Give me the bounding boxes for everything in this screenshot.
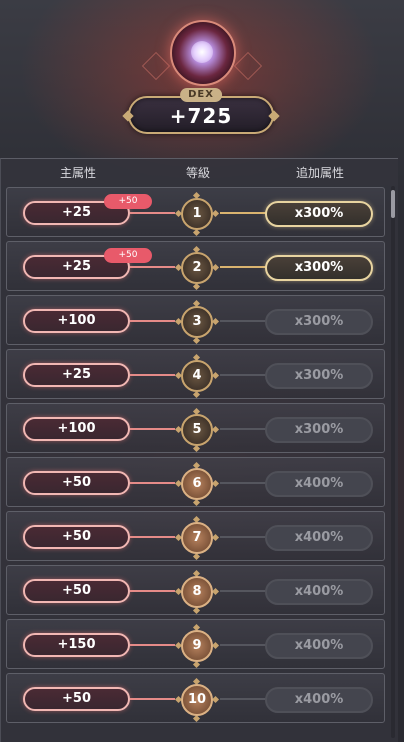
level-ornament-icon xyxy=(192,390,201,399)
level-ornament-icon xyxy=(211,425,220,434)
connector-left xyxy=(130,536,175,538)
main-stat-value: +25 xyxy=(23,363,130,387)
connector-right xyxy=(220,212,266,214)
bonus-multiplier: x400% xyxy=(265,471,373,497)
stat-label: DEX xyxy=(180,88,222,102)
stat-total-badge: DEX +725 xyxy=(122,88,280,134)
bonus-multiplier: x300% xyxy=(265,201,373,227)
bonus-increase-badge: +50 xyxy=(104,248,152,263)
header: DEX +725 xyxy=(0,0,404,150)
level-badge: 2 xyxy=(181,252,213,284)
level-ornament-icon xyxy=(192,336,201,345)
connector-right xyxy=(220,320,266,322)
bonus-multiplier: x400% xyxy=(265,525,373,551)
connector-right xyxy=(220,266,266,268)
main-stat-value: +150 xyxy=(23,633,130,657)
level-ornament-icon xyxy=(192,282,201,291)
scrollbar-track[interactable] xyxy=(391,186,395,738)
level-row[interactable]: +50 8 x400% xyxy=(6,565,385,615)
column-header-bonus: 追加属性 xyxy=(296,166,345,180)
main-stat-value: +50 xyxy=(23,687,130,711)
level-badge: 7 xyxy=(181,522,213,554)
level-badge: 1 xyxy=(181,198,213,230)
level-row[interactable]: +50 10 x400% xyxy=(6,673,385,723)
connector-right xyxy=(220,428,266,430)
level-ornament-icon xyxy=(211,587,220,596)
connector-right xyxy=(220,374,266,376)
level-ornament-icon xyxy=(211,479,220,488)
connector-left xyxy=(130,590,175,592)
level-ornament-icon xyxy=(192,552,201,561)
connector-left xyxy=(130,266,175,268)
connector-right xyxy=(220,482,266,484)
level-badge: 5 xyxy=(181,414,213,446)
level-row[interactable]: +25 4 x300% xyxy=(6,349,385,399)
level-badge: 9 xyxy=(181,630,213,662)
main-stat-value: +50 xyxy=(23,579,130,603)
connector-left xyxy=(130,320,175,322)
level-ornament-icon xyxy=(192,606,201,615)
connector-left xyxy=(130,698,175,700)
level-badge: 6 xyxy=(181,468,213,500)
bonus-multiplier: x400% xyxy=(265,579,373,605)
level-ornament-icon xyxy=(211,209,220,218)
connector-right xyxy=(220,698,266,700)
bonus-multiplier: x300% xyxy=(265,417,373,443)
level-badge: 8 xyxy=(181,576,213,608)
level-badge: 10 xyxy=(181,684,213,716)
connector-right xyxy=(220,644,266,646)
connector-right xyxy=(220,590,266,592)
column-header-main: 主属性 xyxy=(60,166,97,180)
bonus-multiplier: x400% xyxy=(265,633,373,659)
level-row[interactable]: +100 5 x300% xyxy=(6,403,385,453)
bonus-multiplier: x300% xyxy=(265,309,373,335)
main-stat-value: +100 xyxy=(23,309,130,333)
bonus-multiplier: x300% xyxy=(265,255,373,281)
level-row[interactable]: +25 +50 1 x300% xyxy=(6,187,385,237)
level-row[interactable]: +50 7 x400% xyxy=(6,511,385,561)
level-row[interactable]: +50 6 x400% xyxy=(6,457,385,507)
level-ornament-icon xyxy=(211,641,220,650)
level-ornament-icon xyxy=(211,695,220,704)
level-ornament-icon xyxy=(192,714,201,723)
level-badge: 4 xyxy=(181,360,213,392)
connector-left xyxy=(130,482,175,484)
connector-left xyxy=(130,644,175,646)
level-row[interactable]: +150 9 x400% xyxy=(6,619,385,669)
level-ornament-icon xyxy=(192,660,201,669)
level-ornament-icon xyxy=(211,533,220,542)
main-stat-value: +100 xyxy=(23,417,130,441)
level-ornament-icon xyxy=(192,228,201,237)
connector-left xyxy=(130,374,175,376)
connector-right xyxy=(220,536,266,538)
column-header-level: 等級 xyxy=(186,166,211,180)
level-ornament-icon xyxy=(192,444,201,453)
level-ornament-icon xyxy=(211,317,220,326)
main-stat-value: +50 xyxy=(23,471,130,495)
ornament-left-icon xyxy=(141,51,171,81)
bonus-multiplier: x300% xyxy=(265,363,373,389)
scrollbar-thumb[interactable] xyxy=(391,190,395,218)
stat-orb-icon xyxy=(170,20,236,86)
bonus-multiplier: x400% xyxy=(265,687,373,713)
level-ornament-icon xyxy=(211,371,220,380)
level-badge: 3 xyxy=(181,306,213,338)
level-ornament-icon xyxy=(211,263,220,272)
level-ornament-icon xyxy=(192,498,201,507)
connector-left xyxy=(130,428,175,430)
stat-value: +725 xyxy=(169,104,233,128)
level-row[interactable]: +100 3 x300% xyxy=(6,295,385,345)
ornament-right-icon xyxy=(233,51,263,81)
bonus-increase-badge: +50 xyxy=(104,194,152,209)
connector-left xyxy=(130,212,175,214)
main-stat-value: +50 xyxy=(23,525,130,549)
level-row[interactable]: +25 +50 2 x300% xyxy=(6,241,385,291)
orb-glow xyxy=(191,41,213,63)
